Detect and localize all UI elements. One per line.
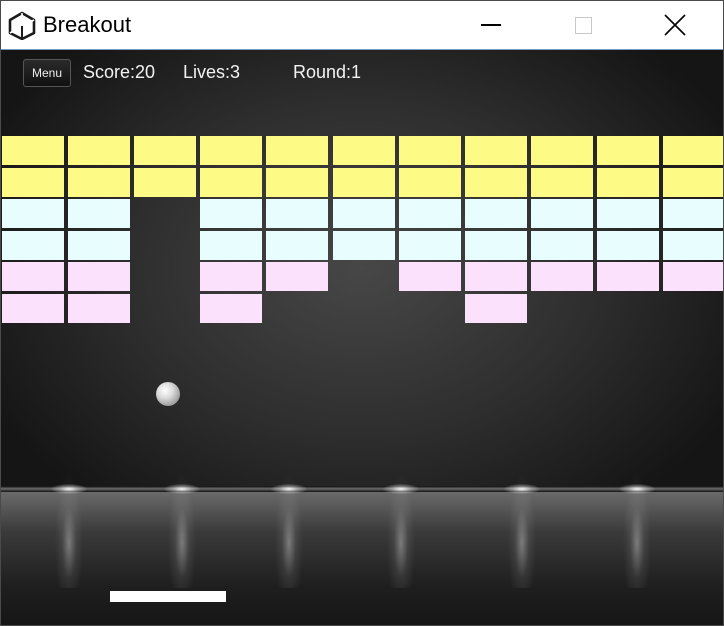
minimize-icon: [481, 24, 501, 26]
brick: [68, 199, 130, 228]
brick: [531, 168, 593, 197]
brick: [465, 136, 527, 165]
brick: [200, 262, 262, 291]
brick: [399, 168, 461, 197]
title-bar[interactable]: Breakout: [1, 1, 723, 50]
brick: [333, 231, 395, 260]
brick: [266, 136, 328, 165]
paddle[interactable]: [110, 591, 226, 602]
brick: [663, 199, 723, 228]
brick: [597, 136, 659, 165]
floor-light: [271, 484, 307, 494]
floor-light: [164, 484, 200, 494]
brick: [134, 136, 196, 165]
maximize-icon: [574, 16, 592, 34]
brick: [531, 199, 593, 228]
brick: [531, 262, 593, 291]
brick: [663, 168, 723, 197]
brick: [465, 168, 527, 197]
close-button[interactable]: [645, 1, 705, 49]
floor-edge: [1, 486, 723, 492]
floor-light: [51, 484, 87, 494]
brick: [68, 168, 130, 197]
brick: [68, 262, 130, 291]
brick: [333, 168, 395, 197]
menu-button[interactable]: Menu: [23, 59, 71, 87]
brick: [597, 168, 659, 197]
close-icon: [664, 14, 686, 36]
brick: [597, 231, 659, 260]
brick: [200, 294, 262, 323]
brick: [68, 231, 130, 260]
brick: [399, 231, 461, 260]
brick: [333, 136, 395, 165]
brick: [2, 231, 64, 260]
minimize-button[interactable]: [461, 1, 521, 49]
brick: [663, 262, 723, 291]
brick: [2, 199, 64, 228]
brick: [465, 199, 527, 228]
floor-light: [504, 484, 540, 494]
brick: [68, 136, 130, 165]
floor: [1, 492, 723, 625]
brick: [663, 231, 723, 260]
floor-light: [619, 484, 655, 494]
brick: [266, 168, 328, 197]
brick: [200, 136, 262, 165]
brick: [531, 136, 593, 165]
brick: [465, 294, 527, 323]
brick: [597, 199, 659, 228]
brick: [663, 136, 723, 165]
brick: [200, 199, 262, 228]
brick: [2, 262, 64, 291]
game-window: Breakout Menu Score:20 Lives:3 Round:1: [0, 0, 724, 626]
floor-light: [383, 484, 419, 494]
brick: [266, 199, 328, 228]
lives-label: Lives:3: [183, 62, 241, 82]
brick: [531, 231, 593, 260]
score-label: Score:20: [83, 62, 156, 82]
window-title: Breakout: [43, 12, 132, 37]
brick: [200, 231, 262, 260]
round-label: Round:1: [293, 62, 362, 82]
brick: [134, 168, 196, 197]
brick: [266, 262, 328, 291]
brick: [597, 262, 659, 291]
brick: [399, 136, 461, 165]
brick: [68, 294, 130, 323]
brick: [333, 199, 395, 228]
unity-logo-icon: [8, 11, 36, 40]
game-area[interactable]: Menu Score:20 Lives:3 Round:1: [1, 50, 723, 625]
brick: [465, 231, 527, 260]
brick: [399, 262, 461, 291]
brick: [200, 168, 262, 197]
brick: [2, 294, 64, 323]
brick: [399, 199, 461, 228]
maximize-button[interactable]: [553, 1, 613, 49]
brick: [2, 168, 64, 197]
brick: [2, 136, 64, 165]
brick: [465, 262, 527, 291]
ball: [156, 382, 180, 406]
brick: [266, 231, 328, 260]
